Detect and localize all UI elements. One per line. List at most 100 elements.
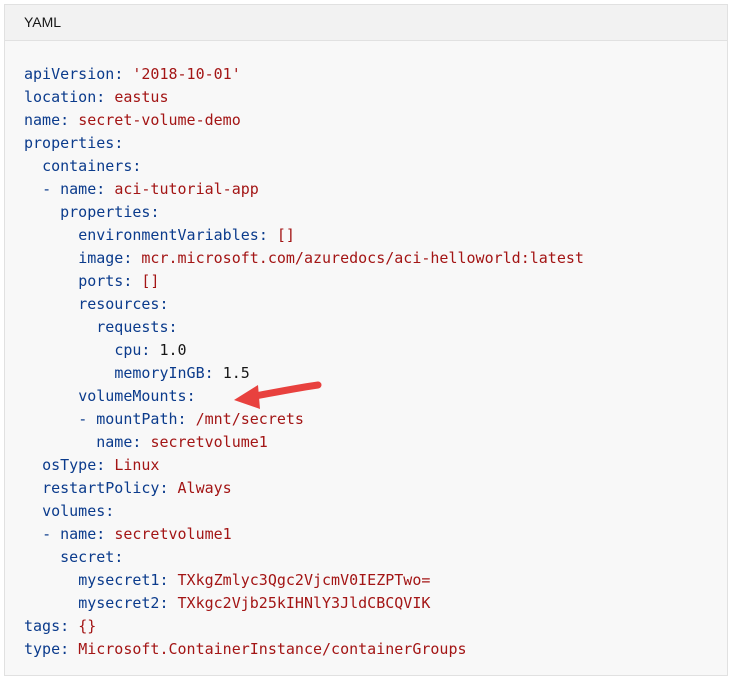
code-line: tags: {} — [24, 615, 727, 638]
code-line: image: mcr.microsoft.com/azuredocs/aci-h… — [24, 247, 727, 270]
code-line: name: secret-volume-demo — [24, 109, 727, 132]
yaml-key: mysecret1 — [78, 571, 160, 589]
code-line: memoryInGB: 1.5 — [24, 362, 727, 385]
code-line: - name: secretvolume1 — [24, 523, 727, 546]
yaml-value: [] — [276, 226, 295, 244]
code-line: mysecret2: TXkgc2Vjb25kIHNlY3JldCBCQVIK — [24, 592, 727, 615]
colon: : — [96, 180, 106, 198]
yaml-key: volumeMounts — [78, 387, 187, 405]
code-line: containers: — [24, 155, 727, 178]
yaml-key: name — [60, 180, 97, 198]
code-block: YAML apiVersion: '2018-10-01' location: e… — [4, 4, 728, 676]
yaml-key: name — [24, 111, 61, 129]
colon: : — [168, 318, 178, 336]
code-line: ports: [] — [24, 270, 727, 293]
yaml-key: location — [24, 88, 97, 106]
colon: : — [132, 157, 142, 175]
yaml-value: secret-volume-demo — [78, 111, 241, 129]
yaml-value: Always — [177, 479, 232, 497]
code-line: - name: aci-tutorial-app — [24, 178, 727, 201]
colon: : — [114, 65, 124, 83]
yaml-key: containers — [42, 157, 133, 175]
yaml-key: type — [24, 640, 61, 658]
colon: : — [159, 594, 169, 612]
yaml-key: resources — [78, 295, 160, 313]
colon: : — [60, 111, 70, 129]
colon: : — [114, 548, 124, 566]
code-header: YAML — [5, 5, 727, 41]
yaml-key: apiVersion — [24, 65, 115, 83]
yaml-code[interactable]: apiVersion: '2018-10-01' location: eastus… — [24, 63, 727, 661]
yaml-key: image — [78, 249, 124, 267]
yaml-key: restartPolicy — [42, 479, 160, 497]
yaml-value: [] — [141, 272, 160, 290]
colon: : — [150, 203, 160, 221]
code-line: osType: Linux — [24, 454, 727, 477]
colon: : — [114, 134, 124, 152]
colon: : — [60, 617, 70, 635]
yaml-value: Microsoft.ContainerInstance/containerGro… — [78, 640, 467, 658]
code-line: environmentVariables: [] — [24, 224, 727, 247]
yaml-value: Linux — [114, 456, 160, 474]
yaml-value: {} — [78, 617, 97, 635]
list-dash: - — [42, 180, 61, 198]
yaml-key: properties — [24, 134, 115, 152]
code-line: requests: — [24, 316, 727, 339]
code-line: restartPolicy: Always — [24, 477, 727, 500]
yaml-key: requests — [96, 318, 169, 336]
code-line: volumes: — [24, 500, 727, 523]
colon: : — [96, 456, 106, 474]
colon: : — [96, 525, 106, 543]
colon: : — [60, 640, 70, 658]
colon: : — [204, 364, 214, 382]
yaml-value: TXkgZmlyc3Qgc2VjcmV0IEZPTwo= — [177, 571, 431, 589]
colon: : — [105, 502, 115, 520]
yaml-value: secretvolume1 — [114, 525, 232, 543]
list-dash: - — [78, 410, 97, 428]
yaml-key: secret — [60, 548, 115, 566]
language-label: YAML — [24, 14, 62, 30]
yaml-key: ports — [78, 272, 124, 290]
colon: : — [177, 410, 187, 428]
colon: : — [141, 341, 151, 359]
code-line: apiVersion: '2018-10-01' — [24, 63, 727, 86]
yaml-value: secretvolume1 — [150, 433, 268, 451]
yaml-key: memoryInGB — [114, 364, 205, 382]
code-line: cpu: 1.0 — [24, 339, 727, 362]
colon: : — [159, 295, 169, 313]
code-line: - mountPath: /mnt/secrets — [24, 408, 727, 431]
yaml-key: properties — [60, 203, 151, 221]
code-line: type: Microsoft.ContainerInstance/contai… — [24, 638, 727, 661]
colon: : — [96, 88, 106, 106]
yaml-value: aci-tutorial-app — [114, 180, 259, 198]
yaml-value: mcr.microsoft.com/azuredocs/aci-hellowor… — [141, 249, 584, 267]
code-line: properties: — [24, 201, 727, 224]
code-line: name: secretvolume1 — [24, 431, 727, 454]
colon: : — [123, 272, 133, 290]
code-body[interactable]: apiVersion: '2018-10-01' location: eastus… — [5, 41, 727, 661]
colon: : — [123, 249, 133, 267]
yaml-key: tags — [24, 617, 61, 635]
yaml-value: eastus — [114, 88, 169, 106]
code-line: location: eastus — [24, 86, 727, 109]
yaml-value: '2018-10-01' — [132, 65, 241, 83]
yaml-key: mountPath — [96, 410, 178, 428]
list-dash: - — [42, 525, 61, 543]
yaml-key: cpu — [114, 341, 142, 359]
colon: : — [159, 479, 169, 497]
